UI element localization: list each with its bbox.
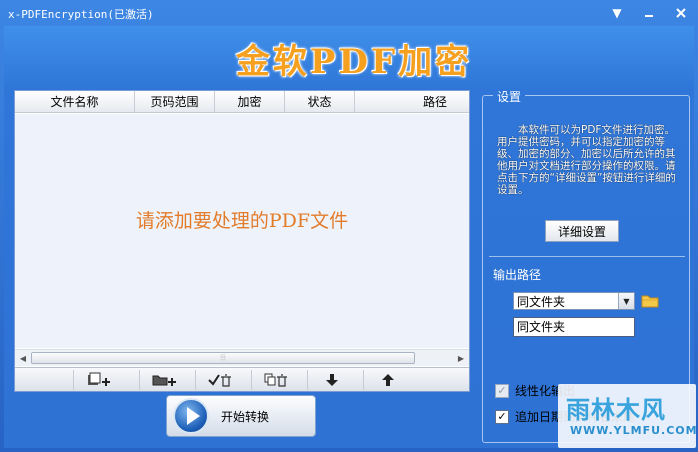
settings-description: 本软件可以为PDF文件进行加密。用户提供密码，并可以指定加密的等级、加密的部分、…: [497, 124, 676, 196]
title-bar[interactable]: x-PDFEncryption(已激活) ▼: [0, 0, 698, 26]
column-header-status[interactable]: 状态: [285, 91, 355, 113]
remove-all-button[interactable]: [251, 370, 299, 390]
column-header-page-range[interactable]: 页码范围: [135, 91, 215, 113]
watermark-main-text: 雨林木风: [566, 395, 666, 424]
horizontal-scrollbar[interactable]: ◀ ⦙⦙⦙ ▶: [15, 349, 469, 366]
scroll-left-icon[interactable]: ◀: [17, 352, 29, 364]
settings-divider: [489, 256, 685, 257]
scroll-thumb[interactable]: ⦙⦙⦙: [31, 352, 415, 364]
remove-all-icon: [264, 373, 287, 387]
output-path-label: 输出路径: [493, 268, 542, 282]
column-header-encrypt[interactable]: 加密: [215, 91, 285, 113]
watermark-url-text: WWW.YLMFU.COM: [570, 424, 698, 437]
start-convert-button[interactable]: 开始转换: [166, 395, 316, 437]
file-list-panel: 文件名称 页码范围 加密 状态 路径 请添加要处理的PDF文件 ◀ ⦙⦙⦙ ▶: [14, 90, 470, 392]
append-date-checkbox[interactable]: ✓: [495, 409, 509, 424]
detail-settings-button[interactable]: 详细设置: [545, 220, 619, 242]
output-path-select[interactable]: 同文件夹 ▼: [513, 292, 635, 310]
settings-legend: 设置: [493, 88, 526, 105]
move-down-icon: [325, 374, 338, 386]
chevron-down-icon[interactable]: ▼: [618, 293, 634, 309]
window-controls: ▼: [608, 5, 690, 21]
close-icon[interactable]: [672, 5, 690, 21]
remove-checked-icon: [207, 374, 231, 387]
add-file-button[interactable]: [73, 370, 121, 390]
output-path-field[interactable]: 同文件夹: [513, 317, 635, 337]
add-file-icon: [87, 372, 110, 386]
remove-checked-button[interactable]: [195, 370, 243, 390]
linearize-checkbox[interactable]: ✓: [495, 383, 509, 398]
play-icon: [173, 398, 209, 434]
file-list-header: 文件名称 页码范围 加密 状态 路径: [15, 91, 469, 113]
file-list-body[interactable]: 请添加要处理的PDF文件: [15, 114, 469, 348]
minimize-icon[interactable]: [640, 5, 658, 21]
move-up-icon: [381, 374, 394, 386]
file-toolbar: [15, 367, 469, 391]
add-folder-icon: [152, 375, 176, 386]
output-path-select-value: 同文件夹: [517, 294, 566, 309]
column-header-path[interactable]: 路径: [355, 91, 469, 113]
help-icon[interactable]: ▼: [608, 5, 626, 21]
empty-list-hint: 请添加要处理的PDF文件: [135, 210, 349, 232]
window-title: x-PDFEncryption(已激活): [8, 8, 154, 21]
app-banner: 金软PDF加密: [235, 42, 473, 82]
move-down-button[interactable]: [307, 370, 355, 390]
scroll-right-icon[interactable]: ▶: [455, 352, 467, 364]
app-window: x-PDFEncryption(已激活) ▼ 金软PDF加密 文件名称 页码范围…: [0, 0, 698, 452]
add-folder-button[interactable]: [139, 370, 187, 390]
folder-icon[interactable]: [641, 293, 659, 309]
start-convert-label: 开始转换: [221, 409, 270, 424]
column-header-filename[interactable]: 文件名称: [15, 91, 135, 113]
watermark-logo: 雨林木风 WWW.YLMFU.COM: [558, 384, 698, 448]
move-up-button[interactable]: [363, 370, 411, 390]
